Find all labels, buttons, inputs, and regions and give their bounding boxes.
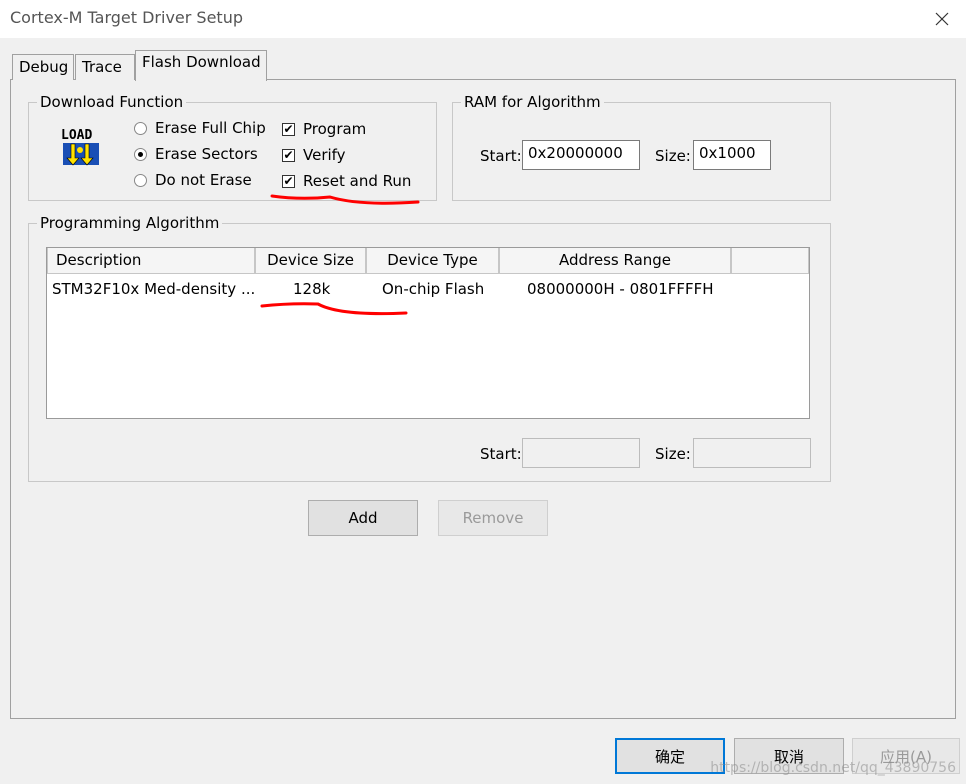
algorithm-size-input[interactable] [693,438,811,468]
check-icon: ✔ [282,122,295,136]
check-icon: ✔ [282,174,295,188]
radio-indicator [134,121,147,135]
ram-size-input[interactable]: 0x1000 [693,140,771,170]
programming-algorithm-legend: Programming Algorithm [37,213,223,233]
ram-start-label: Start: [480,147,522,165]
ram-start-input[interactable]: 0x20000000 [522,140,640,170]
column-header-description[interactable]: Description [47,248,255,274]
column-header-empty [731,248,809,274]
row-address-range: 08000000H - 0801FFFFH [527,280,714,298]
column-header-device-size[interactable]: Device Size [255,248,366,274]
radio-erase-sectors[interactable]: Erase Sectors [134,145,258,163]
load-icon: LOAD [61,128,99,166]
checkbox-program[interactable]: ✔ Program [282,120,366,138]
row-description: STM32F10x Med-density ... [52,280,256,298]
close-button[interactable] [928,5,956,33]
radio-indicator [134,173,147,187]
checkbox-reset-and-run[interactable]: ✔ Reset and Run [282,172,411,190]
watermark: https://blog.csdn.net/qq_43890756 [710,760,956,776]
ok-button[interactable]: 确定 [615,738,725,774]
tab-debug[interactable]: Debug [12,54,74,80]
algorithm-start-input[interactable] [522,438,640,468]
algorithm-size-label: Size: [655,445,691,463]
row-device-type: On-chip Flash [382,280,485,298]
window-title: Cortex-M Target Driver Setup [10,8,243,27]
ram-for-algorithm-legend: RAM for Algorithm [461,92,604,112]
column-header-address-range[interactable]: Address Range [499,248,731,274]
radio-indicator-selected [134,147,147,161]
title-bar: Cortex-M Target Driver Setup [0,0,966,38]
tab-trace[interactable]: Trace [75,54,135,80]
download-function-legend: Download Function [37,92,187,112]
close-icon [935,12,949,26]
list-header: Description Device Size Device Type Addr… [47,248,809,274]
algorithm-list[interactable]: Description Device Size Device Type Addr… [46,247,810,419]
algorithm-start-label: Start: [480,445,522,463]
add-button[interactable]: Add [308,500,418,536]
checkbox-verify[interactable]: ✔ Verify [282,146,346,164]
check-icon: ✔ [282,148,295,162]
svg-text:LOAD: LOAD [61,128,92,143]
column-header-device-type[interactable]: Device Type [366,248,499,274]
row-device-size: 128k [293,280,331,298]
tab-flash-download[interactable]: Flash Download [135,50,267,81]
radio-do-not-erase[interactable]: Do not Erase [134,171,252,189]
remove-button[interactable]: Remove [438,500,548,536]
ram-size-label: Size: [655,147,691,165]
radio-erase-full-chip[interactable]: Erase Full Chip [134,119,266,137]
